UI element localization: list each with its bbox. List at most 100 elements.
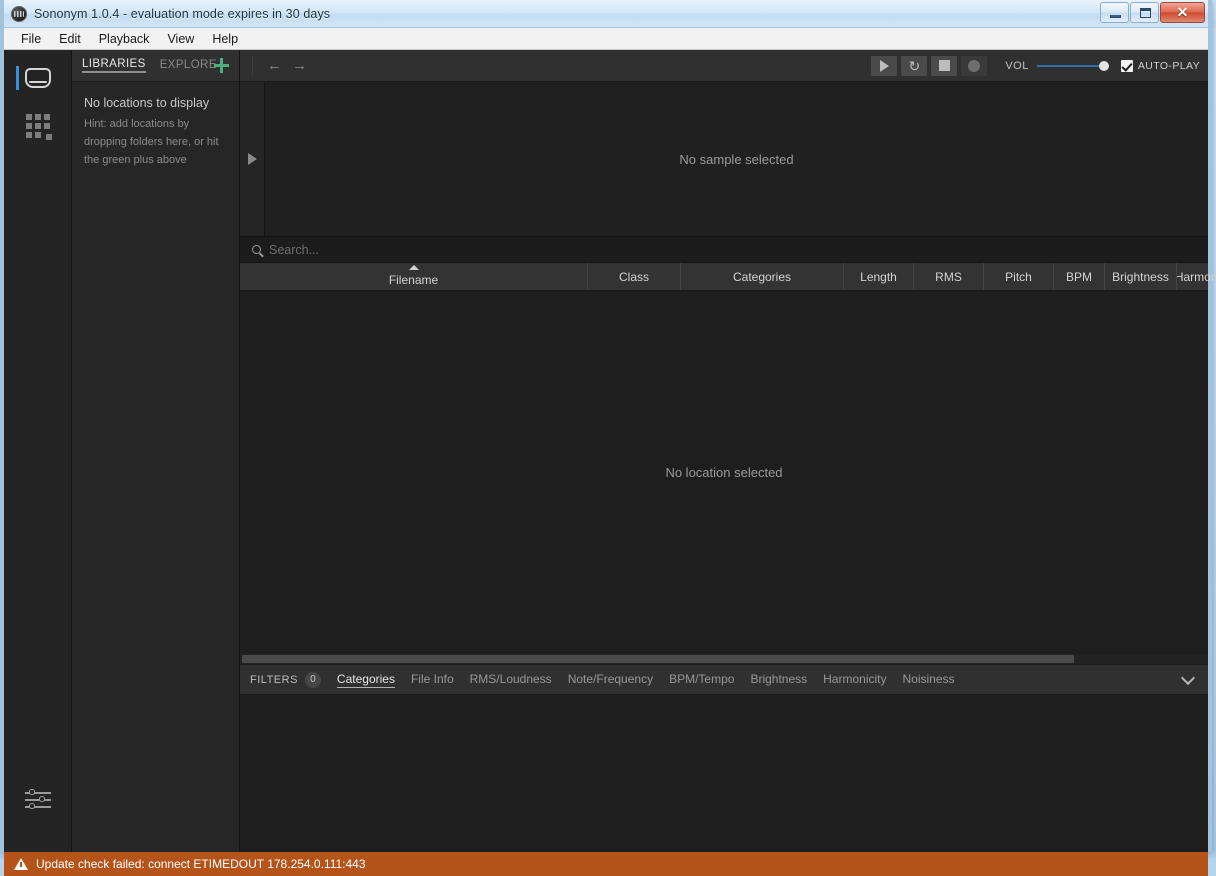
menu-edit[interactable]: Edit — [50, 30, 90, 48]
maximize-button[interactable] — [1130, 2, 1159, 23]
column-header-label: Harmonicity — [1177, 270, 1216, 284]
minimize-button[interactable] — [1100, 2, 1129, 23]
play-icon — [880, 60, 889, 72]
column-header-pitch[interactable]: Pitch — [984, 263, 1054, 290]
sononym-logo-icon — [11, 6, 27, 22]
loop-button[interactable]: ↻ — [901, 56, 927, 76]
library-empty-hint: Hint: add locations by dropping folders … — [84, 116, 227, 169]
maximize-icon — [1140, 8, 1151, 18]
rail-item-similarity-grid[interactable] — [4, 102, 71, 150]
scrollbar-thumb[interactable] — [242, 655, 1074, 663]
column-header-bpm[interactable]: BPM — [1054, 263, 1105, 290]
search-input[interactable] — [269, 243, 569, 257]
column-header-brightness[interactable]: Brightness — [1105, 263, 1177, 290]
autoplay-label: AUTO-PLAY — [1138, 60, 1200, 72]
column-header-filename[interactable]: Filename — [240, 263, 588, 290]
tab-libraries[interactable]: LIBRARIES — [82, 58, 146, 73]
filter-tab-brightness[interactable]: Brightness — [750, 672, 807, 687]
table-body: No location selected — [240, 291, 1208, 654]
library-empty-state: No locations to display Hint: add locati… — [72, 82, 239, 183]
nav-back-button[interactable]: ← — [267, 58, 282, 73]
filters-label: FILTERS — [250, 674, 298, 686]
column-header-label: Pitch — [1005, 270, 1032, 284]
icon-rail — [4, 50, 72, 852]
filters-label-group: FILTERS 0 — [250, 672, 321, 688]
column-header-label: Class — [619, 270, 649, 284]
menu-playback[interactable]: Playback — [90, 30, 159, 48]
library-tab-strip: LIBRARIES EXPLORE — [72, 50, 239, 82]
sliders-icon — [25, 789, 51, 811]
filter-tab-note-frequency[interactable]: Note/Frequency — [568, 672, 653, 687]
menu-bar: File Edit Playback View Help — [4, 28, 1208, 50]
table-empty-text: No location selected — [665, 465, 782, 480]
play-button[interactable] — [871, 56, 897, 76]
library-empty-title: No locations to display — [84, 96, 227, 110]
column-header-label: RMS — [935, 270, 962, 284]
filter-tab-noisiness[interactable]: Noisiness — [903, 672, 955, 687]
volume-slider[interactable] — [1037, 59, 1109, 73]
horizontal-scrollbar[interactable] — [240, 654, 1208, 664]
column-header-label: Categories — [733, 270, 791, 284]
filter-tab-file-info[interactable]: File Info — [411, 672, 454, 687]
window-controls: ✕ — [1100, 2, 1205, 23]
table-header: Filename Class Categories Length RMS Pitch BPM… — [240, 263, 1208, 291]
main-content: ← → ↻ VOL — [240, 50, 1208, 852]
tab-explore[interactable]: EXPLORE — [160, 59, 217, 72]
nav-forward-button[interactable]: → — [292, 58, 307, 73]
filter-tab-categories[interactable]: Categories — [337, 672, 395, 688]
close-icon: ✕ — [1161, 3, 1204, 22]
status-bar: Update check failed: connect ETIMEDOUT 1… — [4, 852, 1208, 876]
column-header-rms[interactable]: RMS — [914, 263, 984, 290]
filter-tab-harmonicity[interactable]: Harmonicity — [823, 672, 886, 687]
close-button[interactable]: ✕ — [1160, 2, 1205, 23]
filter-tab-bpm-tempo[interactable]: BPM/Tempo — [669, 672, 734, 687]
search-bar[interactable] — [240, 237, 1208, 263]
menu-view[interactable]: View — [158, 30, 203, 48]
column-header-length[interactable]: Length — [844, 263, 914, 290]
status-message: Update check failed: connect ETIMEDOUT 1… — [36, 857, 366, 871]
plus-icon[interactable] — [213, 57, 229, 73]
record-icon — [968, 60, 980, 72]
grid-icon — [26, 114, 50, 138]
volume-knob[interactable] — [1099, 61, 1109, 71]
app-body: LIBRARIES EXPLORE No locations to displa… — [4, 50, 1208, 852]
chevron-down-icon[interactable] — [1182, 673, 1196, 681]
window-title: Sononym 1.0.4 - evaluation mode expires … — [34, 7, 330, 21]
filter-panel — [240, 694, 1208, 852]
title-bar: Sononym 1.0.4 - evaluation mode expires … — [4, 0, 1208, 28]
menu-help[interactable]: Help — [203, 30, 247, 48]
stop-button[interactable] — [931, 56, 957, 76]
filter-tab-strip: Categories File Info RMS/Loudness Note/Freq… — [337, 672, 955, 688]
column-header-label: Brightness — [1112, 270, 1169, 284]
application-window: Sononym 1.0.4 - evaluation mode expires … — [0, 0, 1212, 852]
drive-icon — [25, 68, 51, 88]
autoplay-checkbox[interactable]: AUTO-PLAY — [1121, 60, 1200, 72]
column-header-label: BPM — [1066, 270, 1092, 284]
column-header-categories[interactable]: Categories — [681, 263, 844, 290]
filter-tab-rms-loudness[interactable]: RMS/Loudness — [470, 672, 552, 687]
loop-icon: ↻ — [908, 59, 920, 73]
volume-label: VOL — [1005, 60, 1029, 72]
column-header-label: Length — [860, 270, 897, 284]
stop-icon — [939, 60, 950, 71]
transport-controls: ↻ VOL AUTO-PLAY — [871, 56, 1200, 76]
rail-item-browser[interactable] — [4, 54, 71, 102]
checkbox-checked-icon — [1121, 60, 1133, 72]
minimize-icon — [1110, 15, 1121, 18]
navigation-arrows: ← → — [252, 56, 307, 76]
filter-bar: FILTERS 0 Categories File Info RMS/Loudnes… — [240, 664, 1208, 694]
preview-empty-text: No sample selected — [679, 152, 793, 167]
record-button[interactable] — [961, 56, 987, 76]
column-header-harmonicity[interactable]: Harmonicity — [1177, 263, 1216, 290]
preview-expand-strip[interactable] — [240, 82, 265, 236]
warning-icon — [14, 858, 28, 870]
filters-count-badge: 0 — [305, 672, 321, 688]
column-header-class[interactable]: Class — [588, 263, 681, 290]
rail-item-settings[interactable] — [4, 776, 72, 824]
sample-preview: No sample selected — [240, 82, 1208, 237]
menu-file[interactable]: File — [12, 30, 50, 48]
library-panel: LIBRARIES EXPLORE No locations to displa… — [72, 50, 240, 852]
play-triangle-icon — [248, 153, 257, 165]
preview-empty-state: No sample selected — [265, 82, 1208, 236]
main-toolbar: ← → ↻ VOL — [240, 50, 1208, 82]
